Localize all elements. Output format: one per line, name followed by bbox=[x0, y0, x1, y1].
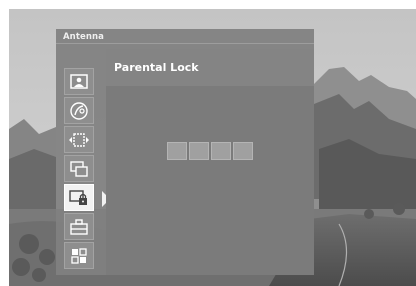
menu-item-screen[interactable] bbox=[64, 126, 94, 153]
content-panel bbox=[106, 86, 314, 275]
lock-icon bbox=[69, 189, 87, 205]
pip-icon bbox=[70, 160, 88, 177]
apps-icon bbox=[71, 247, 87, 264]
menu-rail bbox=[56, 49, 110, 275]
pin-digit-3[interactable] bbox=[211, 142, 231, 160]
menu-item-parental-lock[interactable] bbox=[64, 184, 110, 211]
pin-digit-4[interactable] bbox=[233, 142, 253, 160]
input-source-label: Antenna bbox=[63, 32, 104, 42]
tv-screen: Antenna Parental Lock bbox=[9, 9, 416, 286]
parental-lock-osd: Antenna Parental Lock bbox=[56, 29, 314, 275]
sound-icon bbox=[70, 101, 88, 120]
menu-item-setup[interactable] bbox=[64, 213, 94, 240]
pin-entry bbox=[167, 142, 253, 160]
menu-item-apps[interactable] bbox=[64, 242, 94, 269]
title-bar: Parental Lock bbox=[106, 49, 314, 86]
menu-item-sound[interactable] bbox=[64, 97, 94, 124]
menu-item-picture[interactable] bbox=[64, 68, 94, 95]
page-title: Parental Lock bbox=[114, 61, 199, 74]
pin-digit-1[interactable] bbox=[167, 142, 187, 160]
setup-icon bbox=[70, 218, 88, 235]
screen-size-icon bbox=[69, 132, 89, 147]
header-divider bbox=[56, 43, 314, 44]
menu-item-pip[interactable] bbox=[64, 155, 94, 182]
picture-icon bbox=[70, 73, 88, 89]
pin-digit-2[interactable] bbox=[189, 142, 209, 160]
